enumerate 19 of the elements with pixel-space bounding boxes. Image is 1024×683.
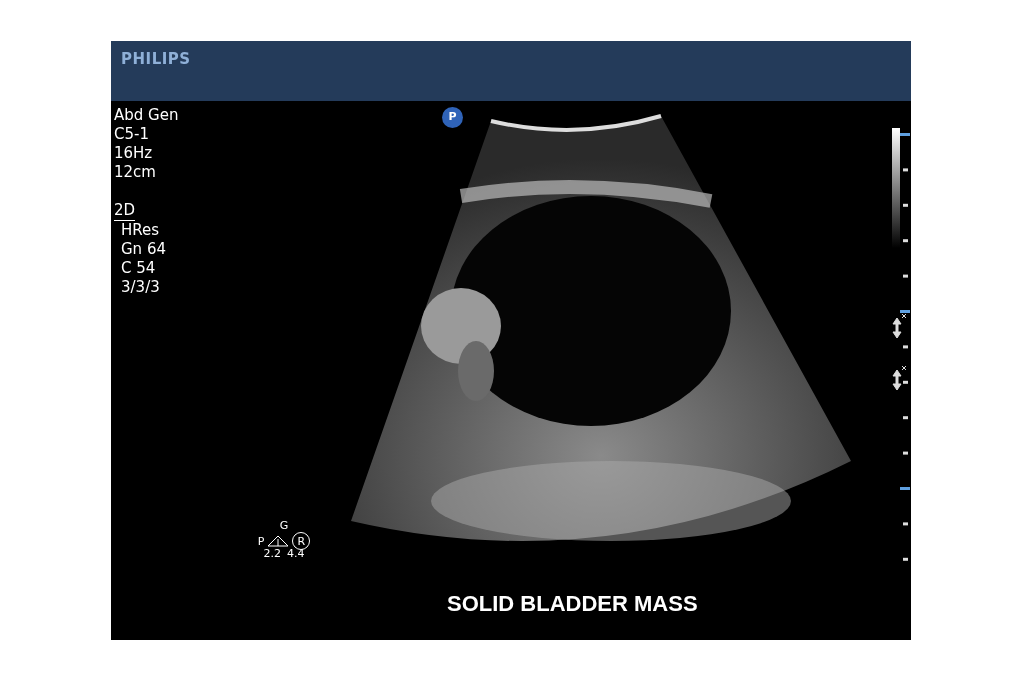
preset-label: 12cm: [114, 163, 156, 182]
preset-badge: P: [442, 107, 463, 128]
image-caption: SOLID BLADDER MASS: [447, 590, 698, 618]
marker-label: P: [257, 534, 265, 548]
preset-label: C5-1: [114, 125, 149, 144]
mode-setting: 3/3/3: [120, 278, 160, 297]
mode-setting: C 54: [120, 259, 156, 278]
focus-marker-icon: [892, 365, 907, 391]
marker-value: 4.4: [287, 547, 305, 560]
marker-value: 2.2: [263, 547, 281, 560]
focus-marker-icon: [892, 313, 907, 339]
triangle-icon: [267, 535, 290, 547]
brand-logo: PHILIPS: [121, 50, 191, 68]
preset-label: Abd Gen: [114, 106, 179, 125]
mode-setting: HRes: [120, 221, 160, 240]
mode-title: 2D: [114, 201, 136, 221]
marker-label: G: [279, 519, 289, 532]
preset-label: 16Hz: [114, 144, 153, 163]
mode-setting: Gn 64: [120, 240, 166, 259]
